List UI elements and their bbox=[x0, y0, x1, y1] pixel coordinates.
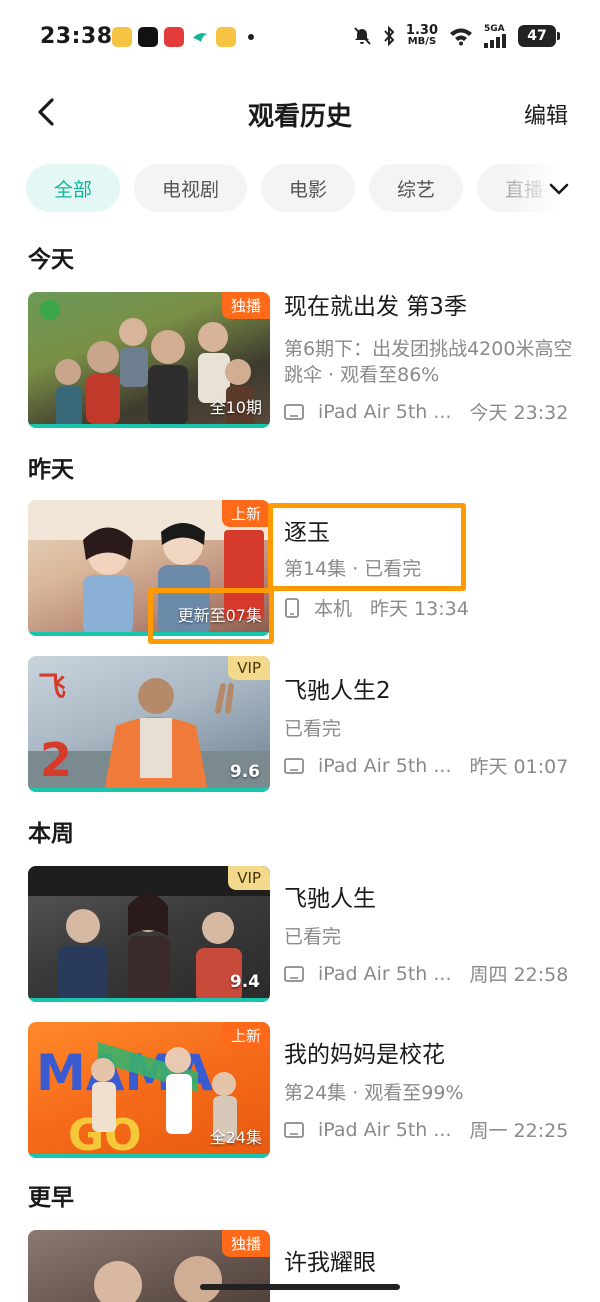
bird-app-icon bbox=[190, 27, 210, 47]
net-speed: 1.30 MB/S bbox=[405, 23, 438, 47]
item-meta: iPad Air 5th ... 周四 22:58 bbox=[284, 960, 568, 987]
new-badge: 上新 bbox=[221, 500, 270, 527]
tablet-icon bbox=[284, 757, 304, 774]
status-bar: 23:38 1.30 MB/S 5GA 47 bbox=[0, 0, 600, 76]
highlight-title-box bbox=[268, 503, 466, 591]
netease-music-app-icon bbox=[164, 27, 184, 47]
cellular: 5GA bbox=[484, 24, 508, 48]
vip-badge: VIP bbox=[228, 656, 270, 680]
history-item[interactable]: VIP 9.4 飞驰人生 已看完 iPad Air 5th ... 周四 22:… bbox=[0, 866, 600, 1006]
watch-time: 周一 22:25 bbox=[469, 1120, 569, 1142]
category-tabs: 全部 电视剧 电影 综艺 直播 bbox=[26, 164, 600, 214]
nav-header: 观看历史 编辑 bbox=[0, 80, 600, 146]
thumbnail[interactable]: 独播 bbox=[28, 1230, 270, 1302]
watch-time: 昨天 13:34 bbox=[370, 598, 469, 620]
net-speed-value: 1.30 bbox=[405, 23, 438, 38]
bluetooth-icon bbox=[384, 26, 395, 46]
section-this-week: 本周 bbox=[28, 821, 74, 847]
tab-tv-series[interactable]: 电视剧 bbox=[134, 164, 248, 212]
tab-all[interactable]: 全部 bbox=[26, 164, 121, 212]
watch-progress-bar bbox=[28, 424, 270, 428]
battery-indicator: 47 bbox=[518, 25, 560, 47]
item-description: 第24集 · 观看至99% bbox=[284, 1082, 464, 1104]
tablet-icon bbox=[284, 1121, 304, 1138]
episode-count: 全24集 bbox=[209, 1128, 262, 1147]
device-name: 本机 bbox=[314, 598, 353, 620]
more-notifications-dot bbox=[248, 34, 254, 40]
thumbnail[interactable]: MAMA GO 上新 全24集 bbox=[28, 1022, 270, 1158]
item-description: 已看完 bbox=[284, 718, 342, 740]
tiktok-app-icon bbox=[138, 27, 158, 47]
history-item[interactable]: MAMA GO 上新 全24集 我的妈妈是校花 第24集 · 观看至99% iP… bbox=[0, 1022, 600, 1162]
watch-progress-bar bbox=[28, 788, 270, 792]
item-meta: iPad Air 5th ... 今天 23:32 bbox=[284, 398, 568, 425]
wifi-icon bbox=[450, 28, 472, 46]
device-name: iPad Air 5th ... bbox=[318, 1118, 452, 1141]
weibo-app-icon bbox=[112, 27, 132, 47]
edit-button[interactable]: 编辑 bbox=[524, 98, 568, 130]
item-description: 第6期下：出发团挑战4200米高空跳伞 · 观看至86% bbox=[284, 338, 573, 386]
item-meta: iPad Air 5th ... 周一 22:25 bbox=[284, 1116, 568, 1143]
item-title: 飞驰人生2 bbox=[284, 678, 391, 704]
item-meta: 本机 昨天 13:34 bbox=[284, 594, 469, 621]
notification-icons bbox=[112, 27, 254, 47]
rating-score: 9.6 bbox=[229, 762, 260, 782]
section-earlier: 更早 bbox=[28, 1185, 74, 1211]
highlight-update-box bbox=[148, 588, 274, 644]
item-meta: iPad Air 5th ... 昨天 01:07 bbox=[284, 752, 568, 779]
episode-count: 全10期 bbox=[209, 398, 262, 417]
phone-icon bbox=[285, 597, 299, 618]
network-type: 5GA bbox=[484, 24, 505, 34]
net-speed-unit: MB/S bbox=[407, 36, 437, 47]
tab-movies[interactable]: 电影 bbox=[261, 164, 356, 212]
tab-variety[interactable]: 综艺 bbox=[369, 164, 464, 212]
item-description: 已看完 bbox=[284, 926, 342, 948]
section-yesterday: 昨天 bbox=[28, 457, 74, 483]
watch-time: 周四 22:58 bbox=[469, 964, 569, 986]
history-item[interactable]: 飞 2 VIP 9.6 飞驰人生2 已看完 iPad Air 5th ... 昨… bbox=[0, 656, 600, 796]
system-icons: 1.30 MB/S 5GA 47 bbox=[352, 23, 560, 48]
tablet-icon bbox=[284, 403, 304, 420]
section-today: 今天 bbox=[28, 247, 74, 273]
watch-time: 今天 23:32 bbox=[469, 402, 569, 424]
watch-progress-bar bbox=[28, 1154, 270, 1158]
item-title: 飞驰人生 bbox=[284, 886, 376, 912]
note-app-icon bbox=[216, 27, 236, 47]
chevron-down-icon bbox=[549, 183, 569, 195]
page-title: 观看历史 bbox=[247, 102, 352, 132]
vip-badge: VIP bbox=[228, 866, 270, 890]
expand-tabs-button[interactable] bbox=[548, 178, 570, 200]
thumbnail[interactable]: 独播 全10期 bbox=[28, 292, 270, 428]
device-name: iPad Air 5th ... bbox=[318, 962, 452, 985]
rating-score: 9.4 bbox=[229, 972, 260, 992]
history-item[interactable]: 独播 全10期 现在就出发 第3季 第6期下：出发团挑战4200米高空跳伞 · … bbox=[0, 292, 600, 432]
item-title: 我的妈妈是校花 bbox=[284, 1042, 445, 1068]
exclusive-badge: 独播 bbox=[221, 1230, 270, 1257]
home-indicator[interactable] bbox=[200, 1284, 400, 1290]
history-item[interactable]: 独播 许我耀眼 bbox=[0, 1230, 600, 1302]
item-title: 许我耀眼 bbox=[284, 1250, 376, 1276]
tablet-icon bbox=[284, 965, 304, 982]
svg-text:飞: 飞 bbox=[38, 670, 66, 703]
watch-time: 昨天 01:07 bbox=[469, 756, 569, 778]
device-name: iPad Air 5th ... bbox=[318, 400, 452, 423]
device-name: iPad Air 5th ... bbox=[318, 754, 452, 777]
thumbnail[interactable]: 飞 2 VIP 9.6 bbox=[28, 656, 270, 792]
thumbnail[interactable]: VIP 9.4 bbox=[28, 866, 270, 1002]
mute-icon bbox=[354, 27, 371, 45]
status-time: 23:38 bbox=[40, 24, 113, 49]
new-badge: 上新 bbox=[221, 1022, 270, 1049]
exclusive-badge: 独播 bbox=[221, 292, 270, 319]
svg-text:2: 2 bbox=[40, 733, 72, 787]
watch-progress-bar bbox=[28, 998, 270, 1002]
item-title: 现在就出发 第3季 bbox=[284, 294, 467, 320]
signal-icon bbox=[484, 34, 506, 48]
